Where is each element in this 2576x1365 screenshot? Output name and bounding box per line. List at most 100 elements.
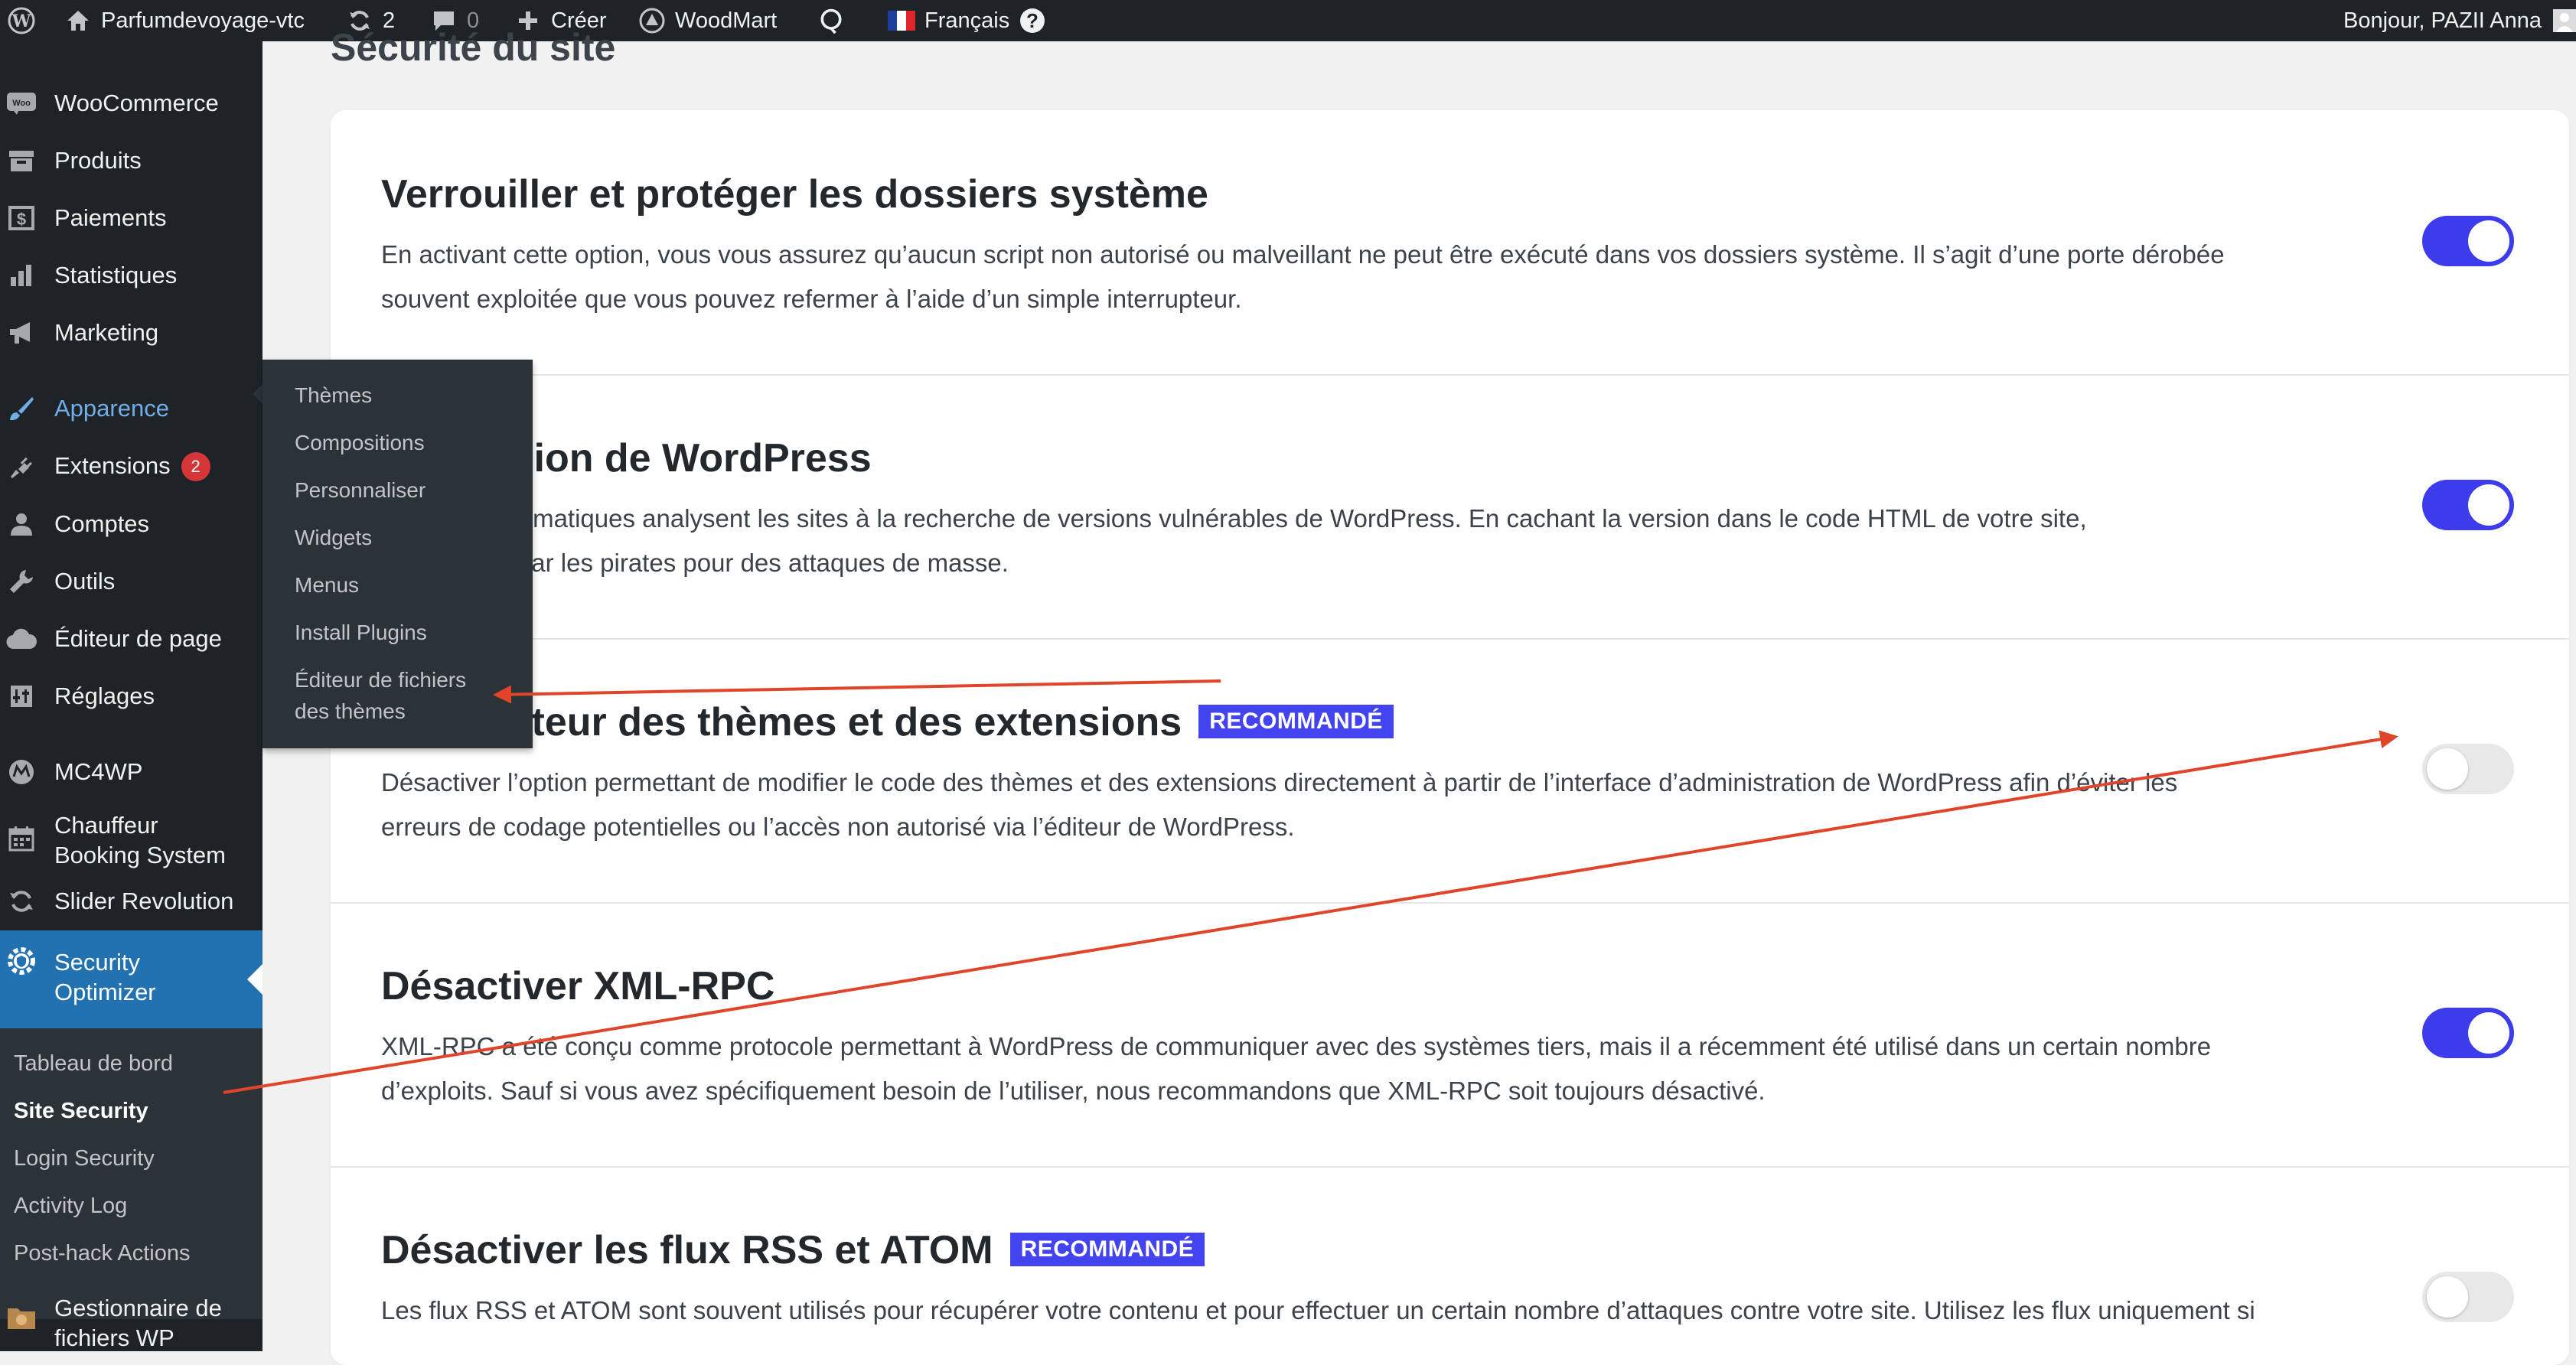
sidebar-item-label: Chauffeur Booking System <box>54 812 226 868</box>
flyout-item-theme-file-editor[interactable]: Éditeur de fichiers des thèmes <box>295 664 466 727</box>
sidebar-item-label: Comptes <box>54 510 150 537</box>
sidebar-item-file-manager[interactable]: Gestionnaire de fichiers WP <box>0 1285 262 1351</box>
language-label: Français <box>924 8 1010 33</box>
site-name-link[interactable]: Parfumdevoyage-vtc <box>64 0 305 41</box>
query-monitor-icon <box>817 7 845 34</box>
setting-description: x pirates informatiques analysent les si… <box>381 504 2087 577</box>
sidebar-item-statistiques[interactable]: Statistiques <box>0 256 262 295</box>
submenu-tableau-de-bord[interactable]: Tableau de bord <box>14 1050 173 1077</box>
recommended-badge: RECOMMANDÉ <box>1198 705 1394 739</box>
recommended-badge: RECOMMANDÉ <box>1009 1233 1205 1267</box>
mc4wp-icon <box>6 757 37 787</box>
setting-row-disable-feeds: Désactiver les flux RSS et ATOM RECOMMAND… <box>331 1166 2569 1365</box>
toggle-knob <box>2427 748 2468 790</box>
setting-title: Désactiver les flux RSS et ATOM RECOMMAND… <box>381 1227 1205 1273</box>
sidebar-item-label: Marketing <box>54 319 159 346</box>
setting-description: En activant cette option, vous vous assu… <box>381 240 2225 313</box>
sidebar-item-slider-revolution[interactable]: Slider Revolution <box>0 882 262 920</box>
submenu-activity-log[interactable]: Activity Log <box>14 1192 127 1220</box>
apparence-flyout-submenu: Thèmes Compositions Personnaliser Widget… <box>262 360 533 748</box>
update-count-badge: 2 <box>181 452 210 482</box>
settings-icon <box>6 681 37 712</box>
site-name: Parfumdevoyage-vtc <box>101 8 305 33</box>
sidebar-item-label: Produits <box>54 147 142 174</box>
sidebar-item-label: Statistiques <box>54 262 178 288</box>
sidebar-item-apparence[interactable]: Apparence <box>0 389 262 428</box>
svg-text:?: ? <box>1026 9 1039 32</box>
sidebar-item-outils[interactable]: Outils <box>0 562 262 601</box>
avatar-icon <box>2551 7 2576 34</box>
greeting: Bonjour, PAZII Anna <box>2343 8 2542 33</box>
cloud-icon <box>6 624 37 654</box>
sidebar-item-produits[interactable]: Produits <box>0 142 262 180</box>
flag-fr-icon <box>888 7 915 34</box>
flyout-item-menus[interactable]: Menus <box>295 569 359 601</box>
sidebar-item-mc4wp[interactable]: MC4WP <box>0 753 262 791</box>
archive-icon <box>6 145 37 176</box>
svg-text:W: W <box>11 11 31 31</box>
dollar-icon: $ <box>6 203 37 233</box>
toggle-knob <box>2468 220 2509 262</box>
admin-sidebar: Woo WooCommerce Produits $ Paiements Sta… <box>0 41 266 1351</box>
toggle-knob <box>2468 1012 2509 1054</box>
sidebar-item-extensions[interactable]: Extensions 2 <box>0 447 262 485</box>
toggle-hide-wp-version[interactable] <box>2422 480 2514 530</box>
sidebar-item-label: Paiements <box>54 204 167 231</box>
woodmart-label: WoodMart <box>675 8 778 33</box>
bar-chart-icon <box>6 260 37 291</box>
sidebar-item-label: Security Optimizer <box>54 949 156 1005</box>
flyout-item-install-plugins[interactable]: Install Plugins <box>295 617 427 648</box>
wordpress-logo-icon: W <box>8 7 35 34</box>
flyout-item-widgets[interactable]: Widgets <box>295 522 372 553</box>
sidebar-item-label: Outils <box>54 568 116 595</box>
sidebar-item-label: Gestionnaire de fichiers WP <box>54 1295 222 1351</box>
toggle-lock-folders[interactable] <box>2422 216 2514 266</box>
page-title: Sécurité du site <box>331 29 616 69</box>
shield-gear-icon <box>6 946 37 976</box>
sidebar-item-editeur-de-page[interactable]: Éditeur de page <box>0 620 262 658</box>
wordpress-menu[interactable]: W <box>8 0 35 41</box>
sidebar-item-woocommerce[interactable]: Woo WooCommerce <box>0 84 262 122</box>
sidebar-item-label: WooCommerce <box>54 90 219 116</box>
sidebar-item-label: Extensions 2 <box>54 451 210 482</box>
wrench-icon <box>6 566 37 597</box>
flyout-item-personnaliser[interactable]: Personnaliser <box>295 474 426 506</box>
flyout-item-themes[interactable]: Thèmes <box>295 380 372 411</box>
sidebar-item-reglages[interactable]: Réglages <box>0 677 262 715</box>
query-monitor-link[interactable] <box>817 0 845 41</box>
setting-description: XML-RPC a été conçu comme protocole perm… <box>381 1032 2212 1105</box>
setting-row-hide-wp-version: r la version de WordPress x pirates info… <box>331 374 2569 640</box>
toggle-disable-xml-rpc[interactable] <box>2422 1008 2514 1058</box>
setting-description: Désactiver l’option permettant de modifi… <box>381 768 2178 841</box>
sidebar-item-paiements[interactable]: $ Paiements <box>0 199 262 237</box>
sidebar-item-comptes[interactable]: Comptes <box>0 505 262 543</box>
sidebar-item-label: Réglages <box>54 682 155 709</box>
submenu-post-hack-actions[interactable]: Post-hack Actions <box>14 1240 191 1267</box>
sidebar-item-security-optimizer[interactable]: Security Optimizer <box>0 930 262 1028</box>
paintbrush-icon <box>6 393 37 424</box>
help-icon[interactable]: ? <box>1019 7 1046 34</box>
security-optimizer-submenu: Tableau de bord Site Security Login Secu… <box>0 1028 262 1319</box>
woocommerce-icon: Woo <box>6 88 37 119</box>
submenu-login-security[interactable]: Login Security <box>14 1145 155 1172</box>
woodmart-icon <box>638 7 666 34</box>
submenu-site-security[interactable]: Site Security <box>14 1097 148 1125</box>
plugin-icon <box>6 451 37 481</box>
sidebar-item-label: Éditeur de page <box>54 625 222 652</box>
account-menu[interactable]: Bonjour, PAZII Anna <box>2343 0 2576 41</box>
calendar-icon <box>6 823 37 854</box>
setting-title: Verrouiller et protéger les dossiers sys… <box>381 172 1208 217</box>
language-switcher[interactable]: Français ? <box>888 0 1046 41</box>
toggle-disable-feeds[interactable] <box>2422 1272 2514 1322</box>
setting-description: Les flux RSS et ATOM sont souvent utilis… <box>381 1296 2255 1324</box>
sidebar-item-chauffeur-booking[interactable]: Chauffeur Booking System <box>0 806 262 875</box>
setting-title: Désactiver XML-RPC <box>381 964 775 1008</box>
home-icon <box>64 7 92 34</box>
sidebar-item-marketing[interactable]: Marketing <box>0 314 262 352</box>
woodmart-link[interactable]: WoodMart <box>638 0 777 41</box>
toggle-knob <box>2427 1276 2468 1318</box>
sidebar-item-label: MC4WP <box>54 758 143 785</box>
flyout-item-compositions[interactable]: Compositions <box>295 427 425 458</box>
toggle-disable-file-editor[interactable] <box>2422 744 2514 794</box>
folder-icon <box>6 1302 37 1333</box>
